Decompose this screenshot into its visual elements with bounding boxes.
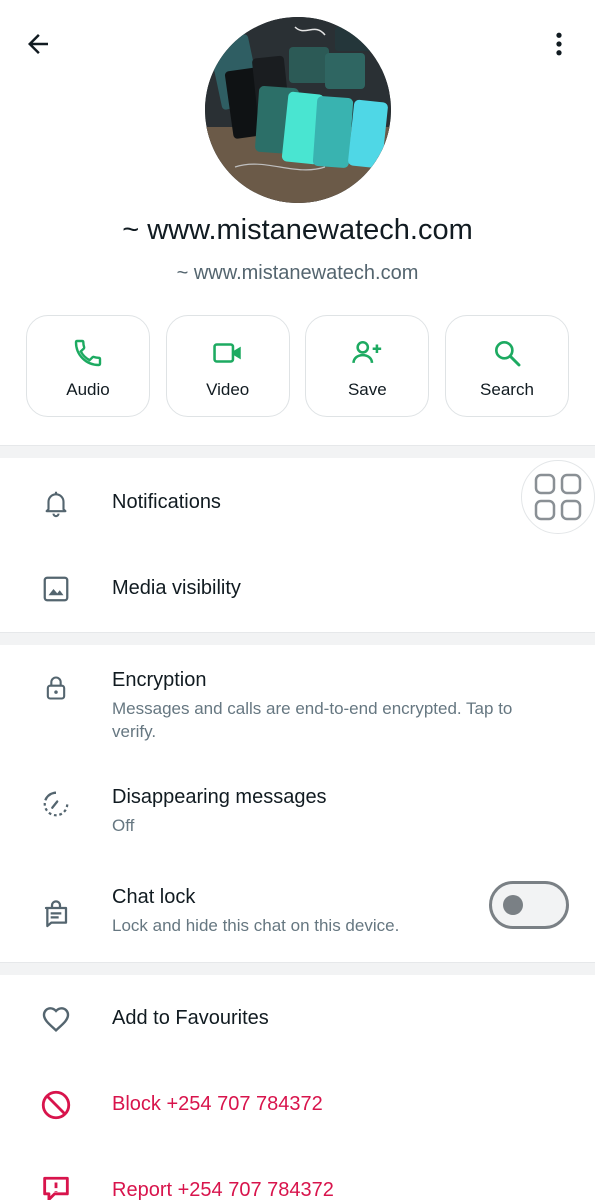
- video-icon: [211, 336, 245, 370]
- block-label: Block +254 707 784372: [112, 1093, 323, 1115]
- add-contact-icon: [350, 336, 384, 370]
- back-button[interactable]: [20, 26, 56, 62]
- chat-lock-description: Lock and hide this chat on this device.: [112, 916, 400, 935]
- save-label: Save: [347, 380, 387, 399]
- block-icon: [38, 1087, 74, 1123]
- more-vertical-icon: [556, 32, 562, 56]
- image-icon: [38, 571, 74, 607]
- search-button[interactable]: Search: [444, 315, 569, 417]
- avatar-photo: [205, 17, 391, 203]
- video-call-button[interactable]: Video: [165, 315, 290, 417]
- video-label: Video: [206, 380, 250, 399]
- timer-icon: [38, 786, 74, 822]
- add-favourites-row[interactable]: Add to Favourites: [0, 986, 595, 1052]
- encryption-title: Encryption: [112, 669, 207, 691]
- bell-icon: [38, 485, 74, 521]
- disappearing-messages-title: Disappearing messages: [112, 786, 327, 808]
- encryption-description: Messages and calls are end-to-end encryp…: [112, 699, 513, 741]
- disappearing-messages-value: Off: [112, 816, 135, 835]
- search-label: Search: [480, 380, 534, 399]
- report-label: Report +254 707 784372: [112, 1179, 334, 1200]
- audio-call-button[interactable]: Audio: [26, 315, 150, 417]
- phone-icon: [72, 336, 104, 370]
- section-divider: [0, 962, 595, 975]
- save-contact-button[interactable]: Save: [305, 315, 430, 417]
- media-visibility-row[interactable]: Media visibility: [0, 556, 595, 622]
- notifications-label: Notifications: [112, 491, 221, 513]
- action-buttons: Audio Video Save Search: [26, 315, 569, 419]
- block-row[interactable]: Block +254 707 784372: [0, 1072, 595, 1138]
- disappearing-messages-row[interactable]: Disappearing messages Off: [0, 780, 595, 846]
- lock-icon: [38, 670, 74, 706]
- audio-label: Audio: [66, 380, 110, 399]
- section-divider: [0, 445, 595, 458]
- chat-lock-icon: [38, 896, 74, 932]
- add-favourites-label: Add to Favourites: [112, 1007, 269, 1029]
- search-icon: [491, 336, 523, 370]
- media-visibility-label: Media visibility: [112, 577, 241, 599]
- arrow-left-icon: [28, 34, 48, 54]
- report-icon: [38, 1173, 74, 1200]
- chat-lock-toggle[interactable]: [489, 881, 569, 929]
- notifications-row[interactable]: Notifications: [0, 470, 595, 536]
- contact-subtitle: ~ www.mistanewatech.com: [176, 262, 419, 284]
- encryption-row[interactable]: Encryption Messages and calls are end-to…: [0, 660, 595, 750]
- profile-avatar[interactable]: [205, 17, 391, 203]
- contact-name: ~ www.mistanewatech.com: [122, 214, 473, 246]
- toggle-knob: [503, 895, 523, 915]
- report-row[interactable]: Report +254 707 784372: [0, 1158, 595, 1200]
- section-divider: [0, 632, 595, 645]
- chat-lock-title: Chat lock: [112, 886, 196, 908]
- grid-icon: [534, 473, 582, 521]
- more-options-button[interactable]: [541, 26, 577, 62]
- heart-icon: [38, 1001, 74, 1037]
- apps-grid-button[interactable]: [521, 460, 595, 534]
